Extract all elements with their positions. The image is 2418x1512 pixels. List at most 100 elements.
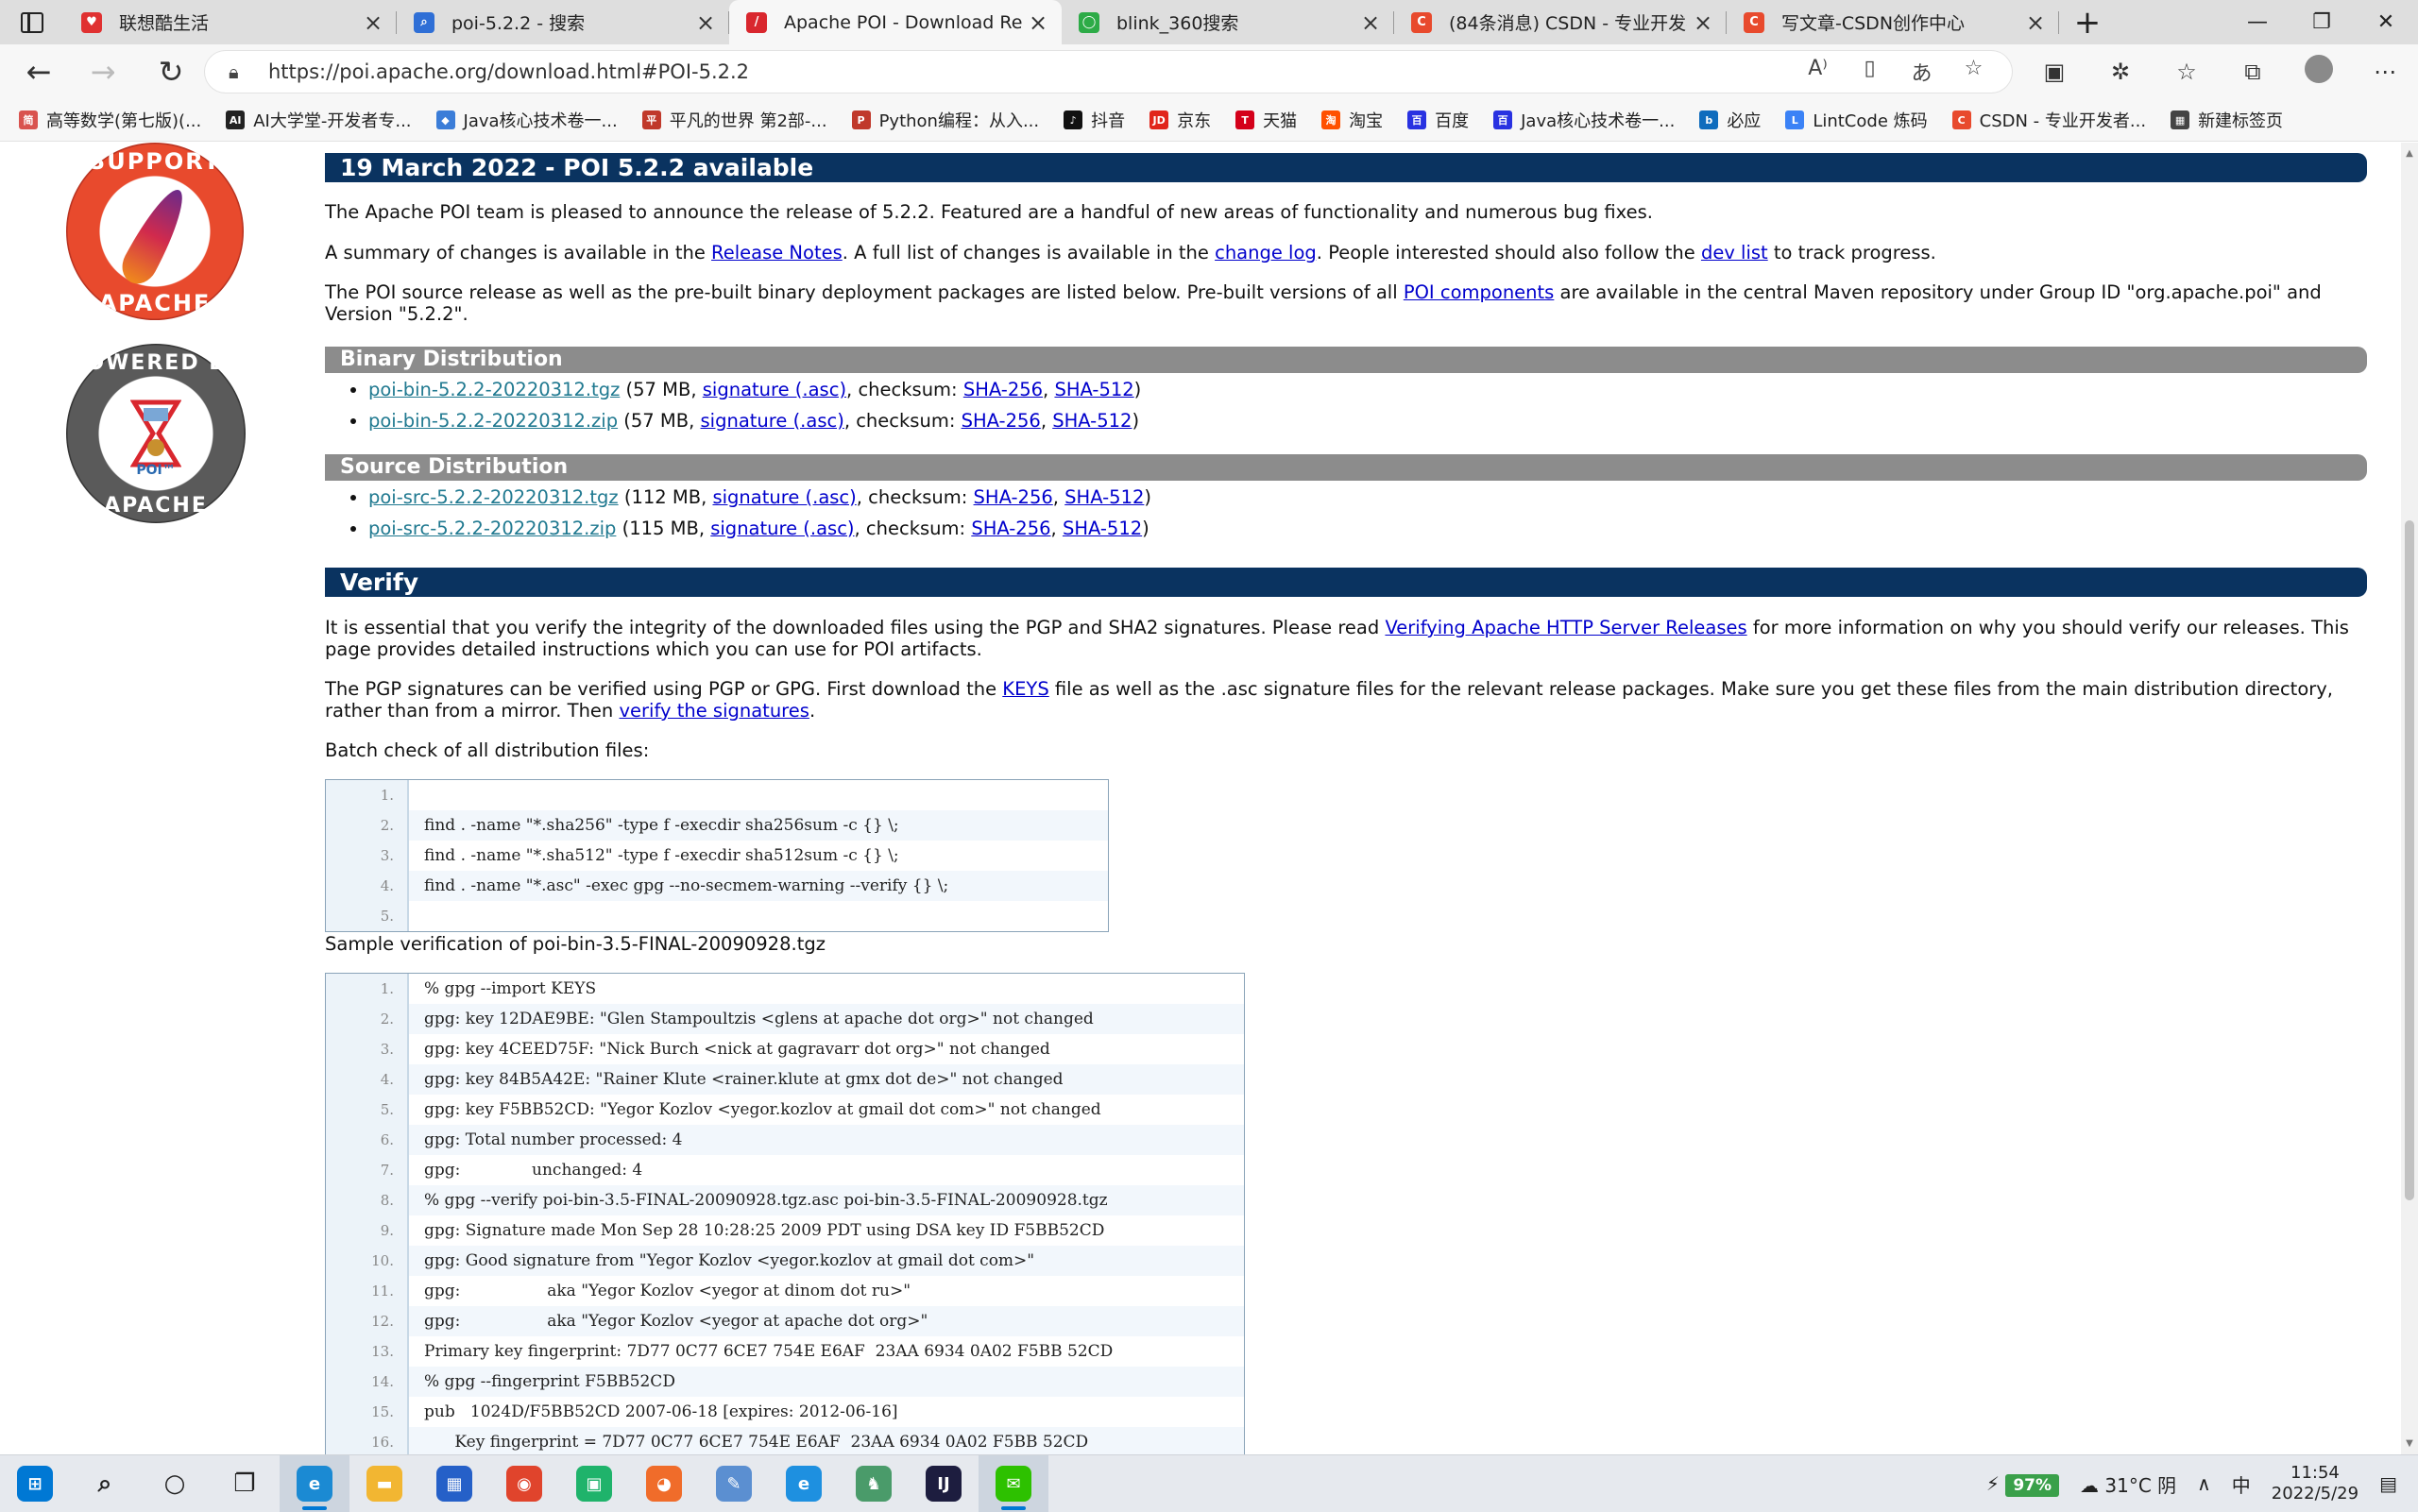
taskbar-task-view-button[interactable]: ❐: [210, 1455, 280, 1512]
bookmark-item[interactable]: 百 Java核心技术卷一...: [1493, 108, 1675, 132]
tab-3[interactable]: ◯ blink_360搜索 ×: [1062, 0, 1394, 44]
sha256-link[interactable]: SHA-256: [974, 486, 1053, 508]
tab-close-icon[interactable]: ×: [1022, 9, 1054, 36]
back-button[interactable]: ←: [11, 44, 66, 99]
bookmark-item[interactable]: ♪ 抖音: [1064, 108, 1125, 132]
taskbar-search-button[interactable]: ⌕: [70, 1455, 140, 1512]
taskbar-intellij-button[interactable]: IJ: [909, 1455, 979, 1512]
ime-indicator[interactable]: 中: [2232, 1470, 2251, 1498]
weather-widget[interactable]: ☁︎ 31°C 阴: [2080, 1470, 2176, 1498]
address-bar[interactable]: 🔒︎ https://poi.apache.org/download.html#…: [204, 50, 2013, 93]
tab-2[interactable]: / Apache POI - Download Release×: [729, 0, 1062, 44]
tab-close-icon[interactable]: ×: [357, 9, 389, 36]
signature-link[interactable]: signature (.asc): [712, 486, 856, 508]
extensions-icon[interactable]: ✲: [2087, 59, 2154, 85]
tab-close-icon[interactable]: ×: [690, 9, 722, 36]
tab-close-icon[interactable]: ×: [1687, 9, 1719, 36]
sha256-link[interactable]: SHA-256: [971, 518, 1050, 539]
tab-4[interactable]: C (84条消息) CSDN - 专业开发者社×: [1394, 0, 1727, 44]
batch-code-block[interactable]: 1. 2. find . -name "*.sha256" -type f -exe…: [325, 779, 1109, 932]
forward-button[interactable]: →: [76, 44, 130, 99]
settings-more-icon[interactable]: ⋯: [2352, 59, 2418, 85]
read-aloud-icon[interactable]: A⁾: [1792, 57, 1844, 87]
powered-by-apache-logo[interactable]: POWERED BY POI™ APACHE: [66, 344, 246, 523]
sha256-link[interactable]: SHA-256: [962, 410, 1041, 432]
taskbar-bag-button[interactable]: ▣: [559, 1455, 629, 1512]
bookmark-item[interactable]: 平平凡的世界 第2部-...: [641, 108, 827, 132]
tab-5[interactable]: C 写文章-CSDN创作中心 ×: [1727, 0, 2059, 44]
keys-link[interactable]: KEYS: [1002, 678, 1048, 700]
bookmark-item[interactable]: JD 京东: [1149, 108, 1211, 132]
bookmark-item[interactable]: 简高等数学(第七版)(...: [19, 108, 201, 132]
taskbar-start-button[interactable]: ⊞: [0, 1455, 70, 1512]
taskbar-explorer-button[interactable]: ▬: [349, 1455, 419, 1512]
minimize-button[interactable]: —: [2225, 0, 2290, 44]
taskbar-cortana-button[interactable]: ○: [140, 1455, 210, 1512]
distribution-file-link[interactable]: poi-bin-5.2.2-20220312.tgz: [368, 379, 620, 400]
bookmark-item[interactable]: ▦ 新建标签页: [2171, 108, 2283, 132]
favorites-icon[interactable]: ☆: [2154, 59, 2220, 85]
poi-components-link[interactable]: POI components: [1404, 281, 1555, 303]
new-tab-button[interactable]: +: [2059, 0, 2116, 44]
support-apache-logo[interactable]: SUPPORT APACHE: [66, 143, 244, 320]
dev-list-link[interactable]: dev list: [1701, 242, 1768, 263]
taskbar-wechat-button[interactable]: ✉: [979, 1455, 1048, 1512]
add-favorite-icon[interactable]: ☆: [1948, 57, 2000, 87]
bookmark-item[interactable]: P Python编程：从入...: [851, 108, 1039, 132]
maximize-button[interactable]: ❐: [2290, 0, 2354, 44]
tray-overflow-icon[interactable]: ∧: [2197, 1472, 2211, 1495]
bookmark-item[interactable]: T 天猫: [1235, 108, 1297, 132]
verifying-releases-link[interactable]: Verifying Apache HTTP Server Releases: [1385, 617, 1746, 638]
signature-link[interactable]: signature (.asc): [701, 410, 844, 432]
scrollbar-thumb[interactable]: [2405, 520, 2414, 1200]
sample-code-block[interactable]: 1. % gpg --import KEYS 2. gpg: key 12DAE9BE…: [325, 973, 1245, 1454]
collections-icon[interactable]: ⧉: [2220, 59, 2286, 85]
scroll-down-arrow[interactable]: ▼: [2401, 1438, 2418, 1449]
taskbar-firefox-button[interactable]: ◕: [629, 1455, 699, 1512]
taskbar-notepad-button[interactable]: ✎: [699, 1455, 769, 1512]
immersive-reader-icon[interactable]: ▯: [1844, 57, 1896, 87]
sha256-link[interactable]: SHA-256: [963, 379, 1043, 400]
tab-1[interactable]: ⌕ poi-5.2.2 - 搜索 ×: [397, 0, 729, 44]
extension-icon[interactable]: ▣: [2021, 59, 2087, 85]
page-scrollbar[interactable]: ▲ ▼: [2401, 143, 2418, 1454]
system-clock[interactable]: 11:54 2022/5/29: [2272, 1463, 2358, 1504]
scroll-up-arrow[interactable]: ▲: [2401, 148, 2418, 159]
taskbar-edge-button[interactable]: e: [280, 1455, 349, 1512]
battery-indicator[interactable]: ⚡︎ 97%: [1986, 1472, 2060, 1497]
notifications-icon[interactable]: ▤: [2379, 1472, 2397, 1495]
taskbar-game-button[interactable]: ♞: [839, 1455, 909, 1512]
sha512-link[interactable]: SHA-512: [1064, 486, 1144, 508]
sha512-link[interactable]: SHA-512: [1054, 379, 1133, 400]
verify-signatures-link[interactable]: verify the signatures: [619, 700, 809, 722]
bookmark-item[interactable]: ◆ Java核心技术卷一...: [435, 108, 618, 132]
bookmark-item[interactable]: b 必应: [1699, 108, 1761, 132]
bookmark-item[interactable]: L LintCode 炼码: [1785, 108, 1928, 132]
bookmark-item[interactable]: AI AI大学堂-开发者专...: [226, 108, 412, 132]
sha512-link[interactable]: SHA-512: [1052, 410, 1132, 432]
tab-close-icon[interactable]: ×: [1354, 9, 1387, 36]
sha512-link[interactable]: SHA-512: [1063, 518, 1142, 539]
change-log-link[interactable]: change log: [1215, 242, 1317, 263]
distribution-file-link[interactable]: poi-src-5.2.2-20220312.tgz: [368, 486, 619, 508]
bookmark-item[interactable]: C CSDN - 专业开发者...: [1951, 108, 2146, 132]
refresh-button[interactable]: ↻: [144, 44, 198, 99]
bookmark-item[interactable]: 百百度: [1407, 108, 1469, 132]
taskbar-store-button[interactable]: ▦: [419, 1455, 489, 1512]
address-url[interactable]: https://poi.apache.org/download.html#POI…: [268, 60, 749, 83]
signature-link[interactable]: signature (.asc): [703, 379, 846, 400]
profile-avatar[interactable]: [2286, 55, 2352, 89]
close-window-button[interactable]: ✕: [2354, 0, 2418, 44]
taskbar-ie-button[interactable]: e: [769, 1455, 839, 1512]
taskbar-chrome-button[interactable]: ◉: [489, 1455, 559, 1512]
translate-icon[interactable]: あ: [1896, 57, 1948, 87]
tab-actions-menu-button[interactable]: [0, 0, 64, 44]
distribution-file-link[interactable]: poi-bin-5.2.2-20220312.zip: [368, 410, 618, 432]
bookmark-item[interactable]: 淘淘宝: [1321, 108, 1383, 132]
tab-close-icon[interactable]: ×: [2019, 9, 2052, 36]
release-notes-link[interactable]: Release Notes: [711, 242, 843, 263]
tab-0[interactable]: ♥ 联想酷生活 ×: [64, 0, 397, 44]
lock-icon[interactable]: 🔒︎: [229, 60, 255, 83]
signature-link[interactable]: signature (.asc): [710, 518, 854, 539]
distribution-file-link[interactable]: poi-src-5.2.2-20220312.zip: [368, 518, 616, 539]
